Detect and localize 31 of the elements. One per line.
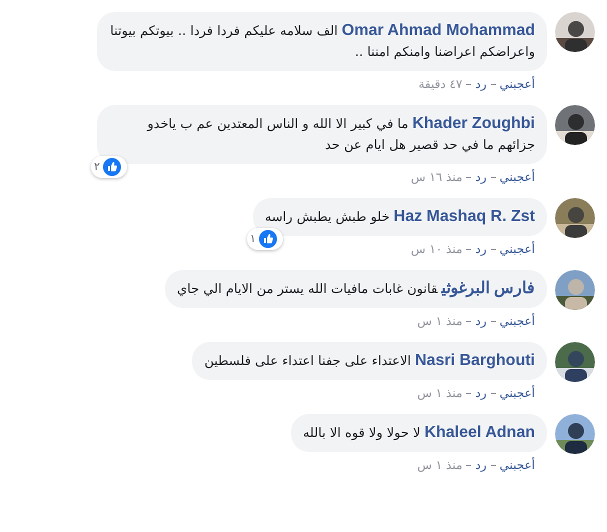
reaction-badge[interactable]: ١: [246, 228, 283, 250]
comment-time: منذ ١ س: [417, 313, 462, 330]
reaction-count: ١: [250, 230, 256, 247]
author-name[interactable]: Khaleel Adnan: [424, 424, 535, 441]
comment-time: منذ ١٠ س: [410, 241, 462, 258]
author-name[interactable]: Nasri Barghouti: [414, 352, 535, 369]
author-name[interactable]: Omar Ahmad Mohammad: [342, 22, 535, 39]
like-link[interactable]: أعجبني: [500, 312, 535, 330]
reaction-badge[interactable]: ٢: [91, 156, 127, 178]
like-link[interactable]: أعجبني: [500, 168, 535, 186]
reply-link[interactable]: رد: [475, 312, 487, 330]
comment-time: منذ ١٦ س: [410, 169, 462, 186]
like-link[interactable]: أعجبني: [500, 384, 535, 402]
thumbs-up-icon: [258, 230, 277, 248]
comment-time: منذ ١ س: [417, 457, 462, 474]
like-link[interactable]: أعجبني: [500, 75, 535, 93]
comment-text: فارس البرغوثي قانون غابات مافيات الله يستر من الايام الي جاي: [176, 279, 535, 300]
author-name[interactable]: Haz Mashaq R. Zst: [394, 208, 535, 225]
reaction-count: ٢: [94, 158, 100, 175]
reply-link[interactable]: رد: [475, 384, 487, 402]
reply-link[interactable]: رد: [475, 75, 487, 93]
thumbs-up-icon: [102, 158, 121, 176]
reply-link[interactable]: رد: [475, 240, 487, 258]
author-name[interactable]: فارس البرغوثي: [442, 280, 535, 297]
reply-link[interactable]: رد: [475, 168, 487, 186]
reply-link[interactable]: رد: [475, 456, 487, 474]
comment-time: منذ ١ س: [417, 385, 462, 402]
like-link[interactable]: أعجبني: [500, 240, 535, 258]
author-name[interactable]: Khader Zoughbi: [412, 115, 535, 132]
comment-time: ٤٧ دقيقة: [418, 76, 462, 93]
like-link[interactable]: أعجبني: [500, 456, 535, 474]
